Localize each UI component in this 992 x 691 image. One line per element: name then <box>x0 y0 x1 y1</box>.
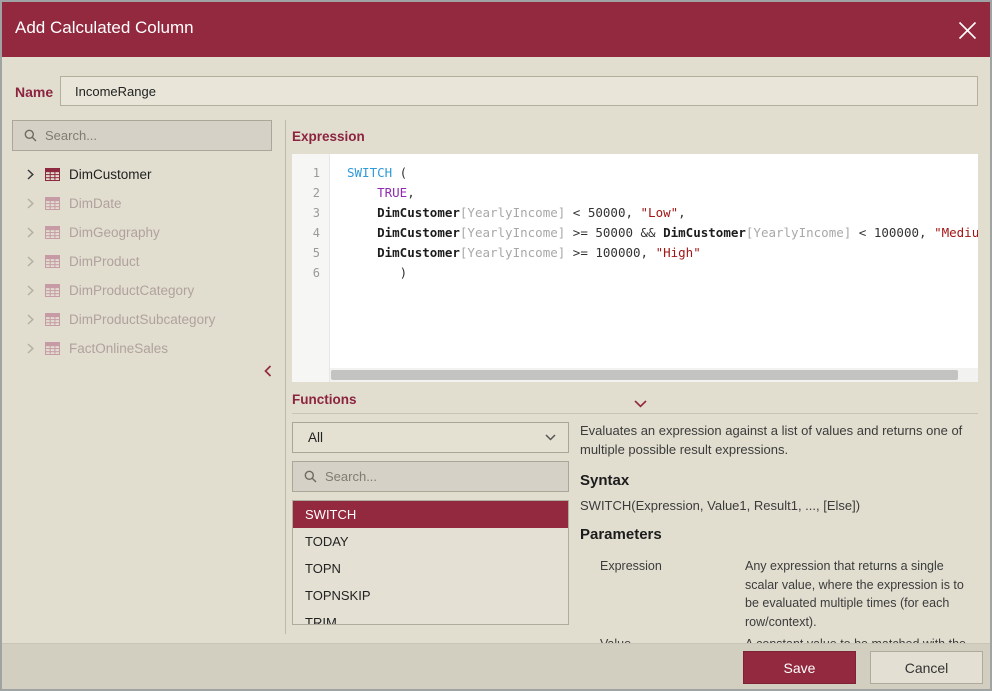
tree-item-DimProduct[interactable]: DimProduct <box>12 247 272 276</box>
table-label: FactOnlineSales <box>69 341 168 356</box>
function-description: Evaluates an expression against a list o… <box>580 422 980 459</box>
table-label: DimProduct <box>69 254 140 269</box>
line-number: 3 <box>292 203 329 223</box>
chevron-down-icon <box>545 434 556 441</box>
chevron-right-icon[interactable] <box>27 169 35 180</box>
tree-item-DimCustomer[interactable]: DimCustomer <box>12 160 272 189</box>
expression-label: Expression <box>292 129 365 144</box>
functions-label: Functions <box>292 392 357 407</box>
name-label: Name <box>15 84 53 100</box>
code-line-3: DimCustomer[YearlyIncome] < 50000, "Low"… <box>347 203 978 223</box>
table-icon <box>45 313 60 326</box>
close-icon[interactable] <box>956 19 978 41</box>
save-button[interactable]: Save <box>743 651 856 684</box>
functions-collapse-icon[interactable] <box>632 393 649 415</box>
table-icon <box>45 284 60 297</box>
search-icon <box>24 129 37 142</box>
panel-divider <box>285 120 286 634</box>
scrollbar-thumb[interactable] <box>331 370 958 380</box>
table-icon <box>45 342 60 355</box>
add-calculated-column-dialog: Add Calculated Column Name DimCustomerDi… <box>0 0 992 691</box>
table-label: DimCustomer <box>69 167 152 182</box>
table-tree: DimCustomer DimDate DimGeography DimProduct… <box>12 160 272 363</box>
line-number: 2 <box>292 183 329 203</box>
parameter-description: Any expression that returns a single sca… <box>745 553 973 631</box>
syntax-heading: Syntax <box>580 472 984 489</box>
line-number: 5 <box>292 243 329 263</box>
chevron-right-icon[interactable] <box>27 227 35 238</box>
table-icon <box>45 197 60 210</box>
table-search-input[interactable] <box>45 128 271 143</box>
function-list: SWITCHTODAYTOPNTOPNSKIPTRIM <box>292 500 569 625</box>
line-number: 4 <box>292 223 329 243</box>
functions-separator <box>292 413 978 414</box>
tree-item-FactOnlineSales[interactable]: FactOnlineSales <box>12 334 272 363</box>
function-reference: Evaluates an expression against a list o… <box>580 422 984 672</box>
table-label: DimDate <box>69 196 122 211</box>
code-line-4: DimCustomer[YearlyIncome] >= 50000 && Di… <box>347 223 978 243</box>
chevron-right-icon[interactable] <box>27 343 35 354</box>
table-label: DimGeography <box>69 225 160 240</box>
dropdown-value: All <box>308 430 545 445</box>
line-number: 6 <box>292 263 329 283</box>
table-label: DimProductCategory <box>69 283 194 298</box>
function-item-SWITCH[interactable]: SWITCH <box>293 501 568 528</box>
code-line-6: ) <box>347 263 978 283</box>
chevron-right-icon[interactable] <box>27 198 35 209</box>
table-icon <box>45 168 60 181</box>
parameter-row: ExpressionAny expression that returns a … <box>580 553 984 631</box>
syntax-text: SWITCH(Expression, Value1, Result1, ...,… <box>580 498 984 513</box>
code-area[interactable]: SWITCH ( TRUE, DimCustomer[YearlyIncome]… <box>331 154 978 382</box>
tree-item-DimProductSubcategory[interactable]: DimProductSubcategory <box>12 305 272 334</box>
collapse-panel-icon[interactable] <box>262 362 274 384</box>
name-input[interactable] <box>60 76 978 106</box>
function-item-TRIM[interactable]: TRIM <box>293 609 568 625</box>
function-search[interactable] <box>292 461 569 492</box>
code-line-2: TRUE, <box>347 183 978 203</box>
function-item-TOPNSKIP[interactable]: TOPNSKIP <box>293 582 568 609</box>
line-number: 1 <box>292 163 329 183</box>
tree-item-DimDate[interactable]: DimDate <box>12 189 272 218</box>
table-search[interactable] <box>12 120 272 151</box>
chevron-right-icon[interactable] <box>27 256 35 267</box>
table-icon <box>45 226 60 239</box>
function-item-TODAY[interactable]: TODAY <box>293 528 568 555</box>
tree-item-DimGeography[interactable]: DimGeography <box>12 218 272 247</box>
code-line-1: SWITCH ( <box>347 163 978 183</box>
code-line-5: DimCustomer[YearlyIncome] >= 100000, "Hi… <box>347 243 978 263</box>
table-icon <box>45 255 60 268</box>
line-number-gutter: 123456 <box>292 154 330 382</box>
cancel-button[interactable]: Cancel <box>870 651 983 684</box>
chevron-right-icon[interactable] <box>27 314 35 325</box>
dialog-footer: Save Cancel <box>2 643 990 689</box>
tree-item-DimProductCategory[interactable]: DimProductCategory <box>12 276 272 305</box>
dialog-title: Add Calculated Column <box>15 18 194 38</box>
parameter-name: Expression <box>580 553 745 576</box>
chevron-right-icon[interactable] <box>27 285 35 296</box>
dialog-header: Add Calculated Column <box>2 2 990 57</box>
parameters-heading: Parameters <box>580 526 984 543</box>
function-search-input[interactable] <box>325 469 568 484</box>
search-icon <box>304 470 317 483</box>
function-category-dropdown[interactable]: All <box>292 422 569 453</box>
function-item-TOPN[interactable]: TOPN <box>293 555 568 582</box>
expression-editor[interactable]: 123456 SWITCH ( TRUE, DimCustomer[Yearly… <box>292 154 978 382</box>
horizontal-scrollbar[interactable] <box>330 368 978 382</box>
table-label: DimProductSubcategory <box>69 312 215 327</box>
